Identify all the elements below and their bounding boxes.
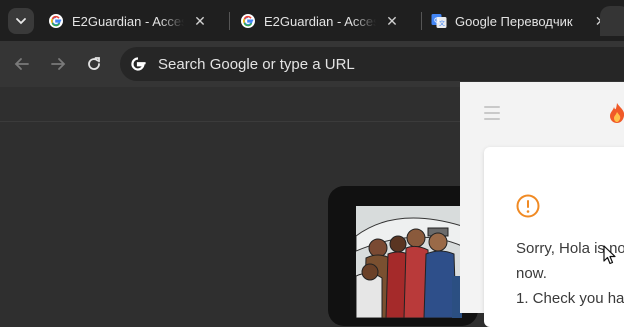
divider bbox=[0, 121, 460, 122]
comic-illustration bbox=[356, 206, 462, 318]
reload-icon bbox=[88, 57, 100, 70]
omnibox[interactable]: Search Google or type a URL bbox=[120, 47, 624, 81]
chevron-down-icon bbox=[16, 18, 26, 25]
tab-title: Google Переводчик bbox=[455, 13, 573, 29]
svg-text:文: 文 bbox=[439, 20, 445, 28]
tab-strip: E2Guardian - Access D ✕ E2Guardian - Acc… bbox=[0, 0, 624, 41]
warning-icon bbox=[516, 194, 540, 218]
close-tab-icon[interactable]: ✕ bbox=[384, 13, 400, 29]
google-g-icon bbox=[131, 57, 146, 71]
tab-e2guardian-1[interactable]: E2Guardian - Access D ✕ bbox=[48, 6, 208, 36]
mouse-cursor-icon bbox=[603, 245, 616, 265]
arrow-left-icon bbox=[14, 58, 29, 70]
close-tab-icon[interactable]: ✕ bbox=[192, 13, 208, 29]
reload-button[interactable] bbox=[81, 51, 107, 77]
tab-separator bbox=[229, 12, 230, 30]
omnibox-placeholder: Search Google or type a URL bbox=[158, 55, 355, 73]
google-translate-icon: G 文 bbox=[431, 14, 447, 28]
menu-bar bbox=[484, 106, 500, 108]
forward-button[interactable] bbox=[45, 51, 71, 77]
tab-separator bbox=[421, 12, 422, 30]
tab-google-translate[interactable]: G 文 Google Переводчик ✕ bbox=[431, 6, 609, 36]
menu-button[interactable] bbox=[484, 106, 500, 120]
tab-search-button[interactable] bbox=[8, 8, 34, 34]
error-line-3: 1. Check you ha bbox=[516, 290, 624, 307]
google-g-icon bbox=[49, 14, 63, 28]
hola-flame-logo bbox=[610, 103, 624, 123]
active-tab-partial[interactable] bbox=[600, 6, 624, 36]
thumbnail-image[interactable] bbox=[356, 206, 462, 318]
back-button[interactable] bbox=[9, 51, 35, 77]
tab-e2guardian-2[interactable]: E2Guardian - Access D ✕ bbox=[240, 6, 400, 36]
google-g-icon bbox=[241, 14, 255, 28]
arrow-right-icon bbox=[51, 58, 66, 70]
menu-bar bbox=[484, 112, 500, 114]
tab-title: E2Guardian - Access D bbox=[72, 13, 184, 29]
menu-bar bbox=[484, 118, 500, 120]
browser-toolbar: Search Google or type a URL bbox=[0, 41, 624, 87]
tab-title: E2Guardian - Access D bbox=[264, 13, 376, 29]
